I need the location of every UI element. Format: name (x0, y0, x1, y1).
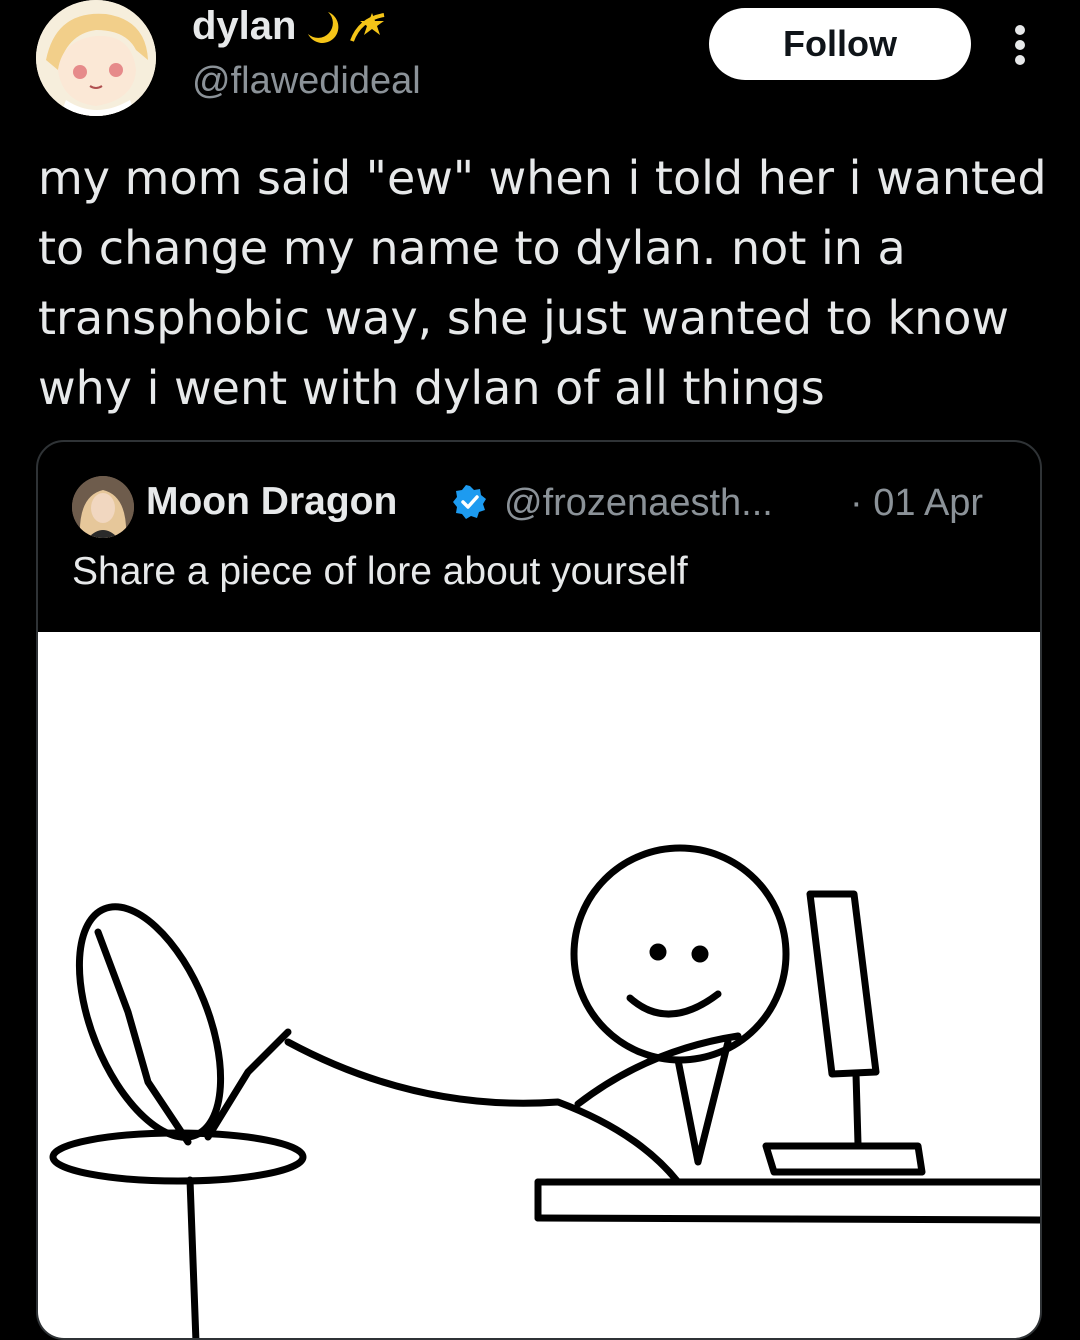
quote-text: Share a piece of lore about yourself (72, 550, 688, 593)
author-display-name[interactable]: dylan (192, 4, 390, 49)
crescent-moon-icon (302, 8, 340, 46)
quote-date[interactable]: · 01 Apr (850, 482, 983, 525)
quote-author-avatar[interactable] (72, 476, 134, 538)
author-avatar[interactable] (36, 0, 156, 116)
dizzy-star-icon (346, 7, 390, 47)
author-handle[interactable]: @flawedideal (192, 60, 421, 103)
verified-badge-icon (452, 484, 488, 520)
quote-author-handle[interactable]: @frozenaesth... (504, 482, 773, 525)
quote-media-image[interactable] (38, 632, 1040, 1338)
quote-author-name[interactable]: Moon Dragon (146, 480, 397, 524)
more-options-icon[interactable] (1005, 22, 1035, 68)
quoted-tweet[interactable]: Moon Dragon @frozenaesth... · 01 Apr Sha… (36, 440, 1042, 1340)
tweet-text: my mom said "ew" when i told her i wante… (38, 151, 1047, 415)
follow-button[interactable]: Follow (709, 8, 971, 80)
chair-seat (49, 1129, 307, 1185)
author-name-text: dylan (192, 4, 297, 48)
